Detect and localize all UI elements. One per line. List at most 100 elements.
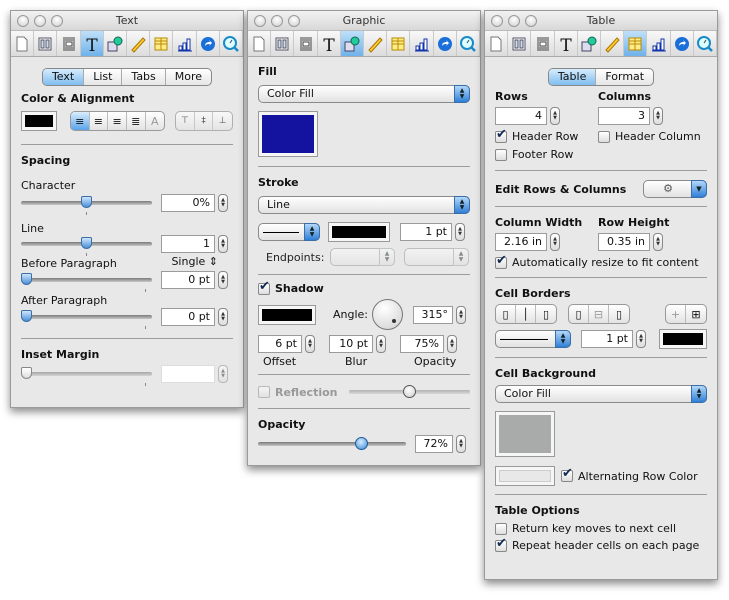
stroke-width-field[interactable]: 1 pt [400, 223, 452, 241]
toolbar-button-table[interactable] [387, 31, 411, 56]
angle-stepper[interactable]: ▲ ▼ [456, 305, 467, 324]
shadow-opacity-field[interactable]: 75% [400, 335, 444, 353]
opacity-field[interactable]: 72% [415, 435, 453, 453]
toolbar-button-table[interactable] [624, 31, 648, 56]
toolbar-button-chart[interactable] [647, 31, 671, 56]
reflection-slider[interactable] [349, 384, 470, 400]
toolbar-button-metrics[interactable] [127, 31, 151, 56]
stroke-type-popup[interactable]: Line ▲ ▼ [258, 196, 470, 214]
toolbar-button-wrap[interactable] [294, 31, 318, 56]
toolbar-button-wrap[interactable] [57, 31, 81, 56]
toolbar-button-graphic[interactable] [104, 31, 128, 56]
zoom-button[interactable] [51, 15, 63, 27]
align-bottom-icon[interactable]: ⊥ [213, 112, 232, 130]
minimize-button[interactable] [34, 15, 46, 27]
blur-stepper[interactable]: ▲ ▼ [376, 335, 386, 353]
align-right-icon[interactable]: ≡ [108, 112, 127, 130]
end-endpoint-popup[interactable]: ▲ ▼ [404, 248, 469, 266]
return-key-checkbox[interactable] [495, 522, 507, 535]
column-width-field[interactable]: 2.16 in [495, 233, 547, 251]
tab-more[interactable]: More [166, 69, 211, 85]
shadow-opacity-stepper[interactable]: ▲ ▼ [447, 335, 457, 353]
close-button[interactable] [254, 15, 266, 27]
stroke-color-well[interactable] [328, 222, 390, 242]
title-bar[interactable]: Table [485, 11, 717, 31]
toolbar-button-text[interactable]: T [555, 31, 578, 56]
inset-margin-stepper[interactable]: ▲ ▼ [218, 365, 228, 383]
toolbar-button-link[interactable] [671, 31, 694, 56]
blur-field[interactable]: 10 pt [329, 335, 373, 353]
before-paragraph-stepper[interactable]: ▲ ▼ [218, 271, 228, 289]
header-row-checkbox[interactable] [495, 127, 507, 143]
character-field[interactable]: 0% [161, 194, 215, 212]
border-inner-horizontal-icon[interactable]: ⊟ [589, 305, 609, 323]
footer-row-checkbox[interactable] [495, 148, 507, 161]
toolbar-button-wrap[interactable] [531, 31, 555, 56]
toolbar-button-layout[interactable] [34, 31, 58, 56]
border-bottom-icon[interactable]: ▯ [609, 305, 629, 323]
after-paragraph-stepper[interactable]: ▲ ▼ [218, 308, 228, 326]
line-stepper[interactable]: ▲ ▼ [218, 235, 228, 253]
tab-text[interactable]: Text [42, 69, 85, 85]
tab-format[interactable]: Format [596, 69, 653, 85]
toolbar-button-document[interactable] [11, 31, 35, 56]
toolbar-button-table[interactable] [150, 31, 174, 56]
toolbar-button-quicktime[interactable] [457, 31, 481, 56]
cell-background-color-well[interactable] [495, 411, 555, 457]
align-middle-icon[interactable]: ‡ [195, 112, 214, 130]
toolbar-button-graphic[interactable] [578, 31, 602, 56]
toolbar-button-layout[interactable] [271, 31, 295, 56]
toolbar-button-text[interactable]: T [318, 31, 341, 56]
stroke-width-stepper[interactable]: ▲ ▼ [455, 223, 465, 241]
angle-wheel[interactable] [372, 299, 404, 330]
close-button[interactable] [17, 15, 29, 27]
auto-resize-checkbox[interactable] [495, 253, 507, 269]
toolbar-button-graphic[interactable] [340, 31, 365, 56]
toolbar-button-chart[interactable] [410, 31, 434, 56]
border-inner-vertical-icon[interactable]: │ [516, 305, 536, 323]
tab-tabs[interactable]: Tabs [122, 69, 166, 85]
rows-field[interactable]: 4 [495, 107, 547, 125]
shadow-color-well[interactable] [258, 304, 316, 325]
toolbar-button-metrics[interactable] [364, 31, 388, 56]
close-button[interactable] [491, 15, 503, 27]
character-slider[interactable] [21, 195, 152, 215]
tab-list[interactable]: List [84, 69, 123, 85]
before-paragraph-slider[interactable] [21, 272, 152, 292]
after-paragraph-field[interactable]: 0 pt [161, 308, 215, 326]
minimize-button[interactable] [508, 15, 520, 27]
line-slider[interactable] [21, 236, 152, 256]
opacity-slider[interactable] [258, 436, 406, 452]
toolbar-button-document[interactable] [248, 31, 272, 56]
align-justify-icon[interactable]: ≣ [127, 112, 146, 130]
border-inner-icon[interactable]: + [666, 305, 686, 323]
tab-table[interactable]: Table [548, 69, 597, 85]
align-top-icon[interactable]: ⊤ [176, 112, 195, 130]
repeat-header-checkbox[interactable] [495, 536, 507, 552]
minimize-button[interactable] [271, 15, 283, 27]
toolbar-button-text[interactable]: T [80, 31, 104, 56]
inset-margin-field[interactable] [161, 365, 215, 383]
angle-field[interactable]: 315° [413, 305, 454, 324]
reflection-checkbox[interactable] [258, 386, 270, 398]
zoom-button[interactable] [288, 15, 300, 27]
border-width-field[interactable]: 1 pt [581, 330, 633, 348]
toolbar-button-document[interactable] [485, 31, 509, 56]
border-all-icon[interactable]: ⊞ [686, 305, 706, 323]
border-left-icon[interactable]: ▯ [496, 305, 516, 323]
column-width-stepper[interactable]: ▲ ▼ [550, 233, 560, 251]
before-paragraph-field[interactable]: 0 pt [161, 271, 215, 289]
offset-field[interactable]: 6 pt [258, 335, 302, 353]
alternating-row-color-well[interactable] [495, 466, 555, 486]
opacity-stepper[interactable]: ▲ ▼ [456, 435, 466, 453]
shadow-checkbox[interactable] [258, 279, 270, 295]
line-field[interactable]: 1 [161, 235, 215, 253]
text-color-well[interactable] [21, 111, 57, 131]
align-left-icon[interactable]: ≡ [70, 112, 90, 130]
inset-margin-slider[interactable] [21, 366, 152, 386]
fill-type-popup[interactable]: Color Fill ▲ ▼ [258, 85, 470, 103]
row-height-field[interactable]: 0.35 in [598, 233, 650, 251]
rows-stepper[interactable]: ▲ ▼ [550, 107, 560, 125]
line-mode-popup[interactable]: Single ⇕ [171, 255, 218, 268]
alternating-row-checkbox[interactable] [561, 466, 573, 482]
